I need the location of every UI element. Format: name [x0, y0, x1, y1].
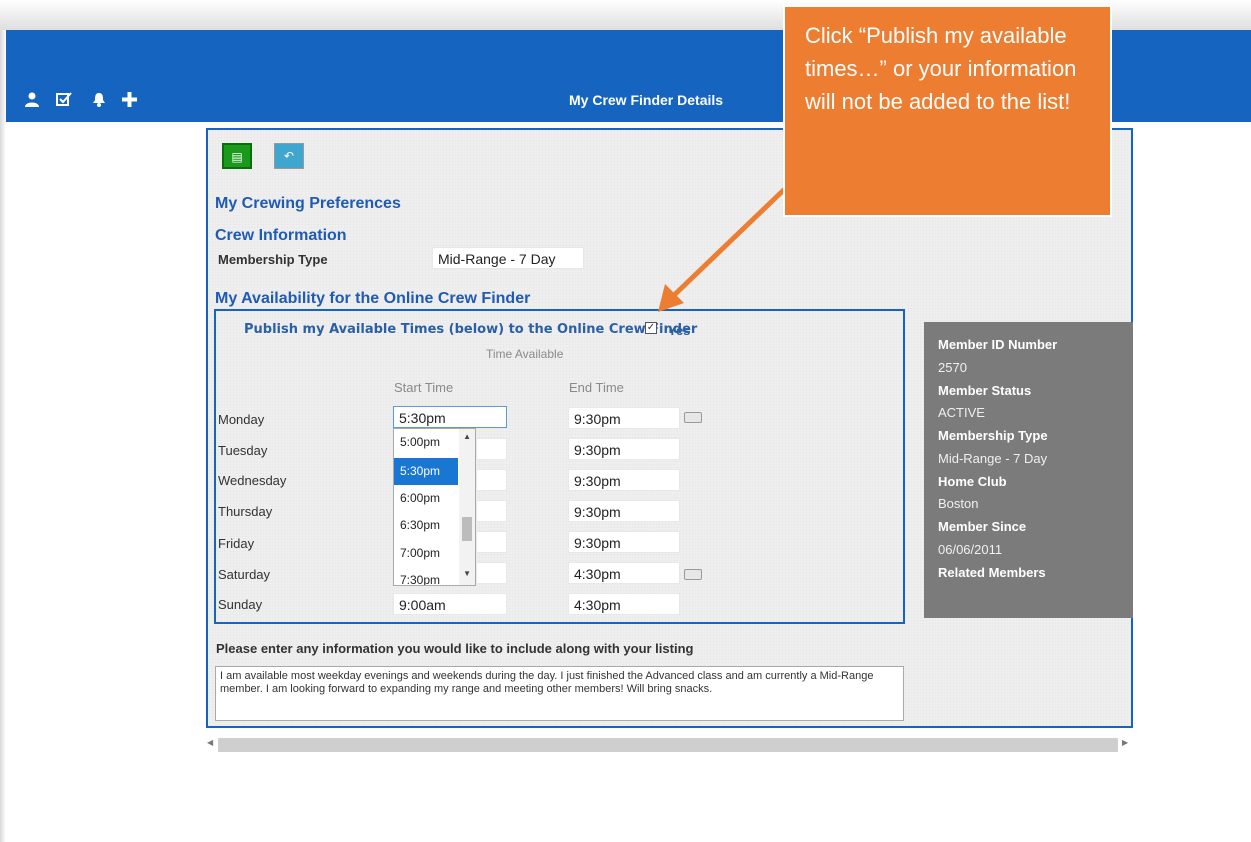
- scroll-left-icon[interactable]: ◀: [207, 738, 213, 747]
- start-time-input-wednesday[interactable]: [476, 469, 507, 491]
- instruction-callout: Click “Publish my available times…” or y…: [783, 5, 1112, 217]
- back-button[interactable]: ↶: [274, 143, 304, 169]
- member-id-value: 2570: [938, 360, 967, 375]
- day-label: Friday: [218, 536, 255, 551]
- dropdown-scroll-thumb[interactable]: [462, 517, 472, 541]
- checklist-icon[interactable]: [56, 92, 72, 111]
- copy-times-button[interactable]: [684, 569, 702, 580]
- day-label: Sunday: [218, 597, 263, 612]
- membership-type-label: Membership Type: [218, 252, 328, 267]
- dropdown-option[interactable]: 7:30pm: [394, 567, 458, 585]
- plus-icon[interactable]: [122, 92, 137, 111]
- member-since-label: Member Since: [938, 519, 1027, 534]
- listing-question: Please enter any information you would l…: [216, 641, 694, 656]
- member-since-value: 06/06/2011: [938, 542, 1003, 557]
- publish-yes-label: Yes: [668, 323, 691, 338]
- day-label: Tuesday: [218, 443, 268, 458]
- day-label: Saturday: [218, 567, 271, 582]
- list-view-button[interactable]: ▤: [222, 143, 252, 169]
- scroll-up-icon[interactable]: ▲: [463, 432, 471, 441]
- start-time-input-sunday[interactable]: 9:00am: [393, 593, 507, 615]
- day-label: Thursday: [218, 504, 273, 519]
- end-time-input[interactable]: 9:30pm: [568, 407, 680, 429]
- membership-type-label: Membership Type: [938, 428, 1048, 443]
- horizontal-scrollbar[interactable]: ◀ ▶: [204, 737, 1133, 753]
- window-left-shadow: [0, 30, 6, 842]
- listing-textarea[interactable]: I am available most weekday evenings and…: [215, 666, 904, 721]
- crew-information-heading: Crew Information: [215, 227, 347, 244]
- home-club-label: Home Club: [938, 474, 1007, 489]
- start-time-input-friday[interactable]: [476, 531, 507, 553]
- end-time-header: End Time: [569, 380, 624, 395]
- start-time-header: Start Time: [394, 380, 454, 395]
- start-time-dropdown[interactable]: 5:00pm 5:30pm 6:00pm 6:30pm 7:00pm 7:30p…: [393, 428, 476, 586]
- membership-type-field: Mid-Range - 7 Day: [432, 247, 584, 269]
- related-members-label: Related Members: [938, 565, 1046, 580]
- start-time-input-thursday[interactable]: [476, 500, 507, 522]
- end-time-input[interactable]: 9:30pm: [568, 500, 680, 522]
- scroll-right-icon[interactable]: ▶: [1122, 738, 1128, 747]
- start-time-input-monday[interactable]: 5:30pm: [393, 406, 507, 428]
- start-time-input-tuesday[interactable]: [476, 438, 507, 460]
- dropdown-option[interactable]: 5:00pm: [394, 429, 458, 456]
- dropdown-option[interactable]: 7:00pm: [394, 540, 458, 567]
- copy-times-button[interactable]: [684, 412, 702, 423]
- scroll-down-icon[interactable]: ▼: [463, 569, 471, 578]
- publish-label: Publish my Available Times (below) to th…: [244, 322, 698, 337]
- home-club-value: Boston: [938, 496, 979, 511]
- member-status-label: Member Status: [938, 383, 1032, 398]
- end-time-input[interactable]: 4:30pm: [568, 593, 680, 615]
- time-available-label: Time Available: [486, 347, 564, 361]
- user-icon[interactable]: [25, 92, 39, 111]
- bell-icon[interactable]: [92, 92, 106, 111]
- member-status-value: ACTIVE: [938, 405, 985, 420]
- dropdown-option[interactable]: 6:00pm: [394, 485, 458, 512]
- dropdown-scrollbar[interactable]: ▲ ▼: [459, 429, 475, 585]
- list-icon: ▤: [231, 150, 243, 164]
- member-id-label: Member ID Number: [938, 337, 1058, 352]
- day-label: Monday: [218, 412, 265, 427]
- horizontal-scroll-thumb[interactable]: [218, 738, 1118, 752]
- end-time-input[interactable]: 9:30pm: [568, 438, 680, 460]
- dropdown-option-selected[interactable]: 5:30pm: [394, 458, 458, 485]
- back-icon: ↶: [283, 149, 295, 163]
- end-time-input[interactable]: 9:30pm: [568, 469, 680, 491]
- start-time-input-saturday[interactable]: [476, 562, 507, 584]
- membership-type-value: Mid-Range - 7 Day: [938, 451, 1048, 466]
- crewing-preferences-heading: My Crewing Preferences: [215, 195, 401, 212]
- page-title: My Crew Finder Details: [569, 92, 724, 108]
- availability-heading: My Availability for the Online Crew Find…: [215, 290, 531, 307]
- dropdown-option[interactable]: 6:30pm: [394, 512, 458, 539]
- end-time-input[interactable]: 4:30pm: [568, 562, 680, 584]
- publish-checkbox[interactable]: ✓: [645, 322, 657, 334]
- end-time-input[interactable]: 9:30pm: [568, 531, 680, 553]
- day-label: Wednesday: [218, 473, 287, 488]
